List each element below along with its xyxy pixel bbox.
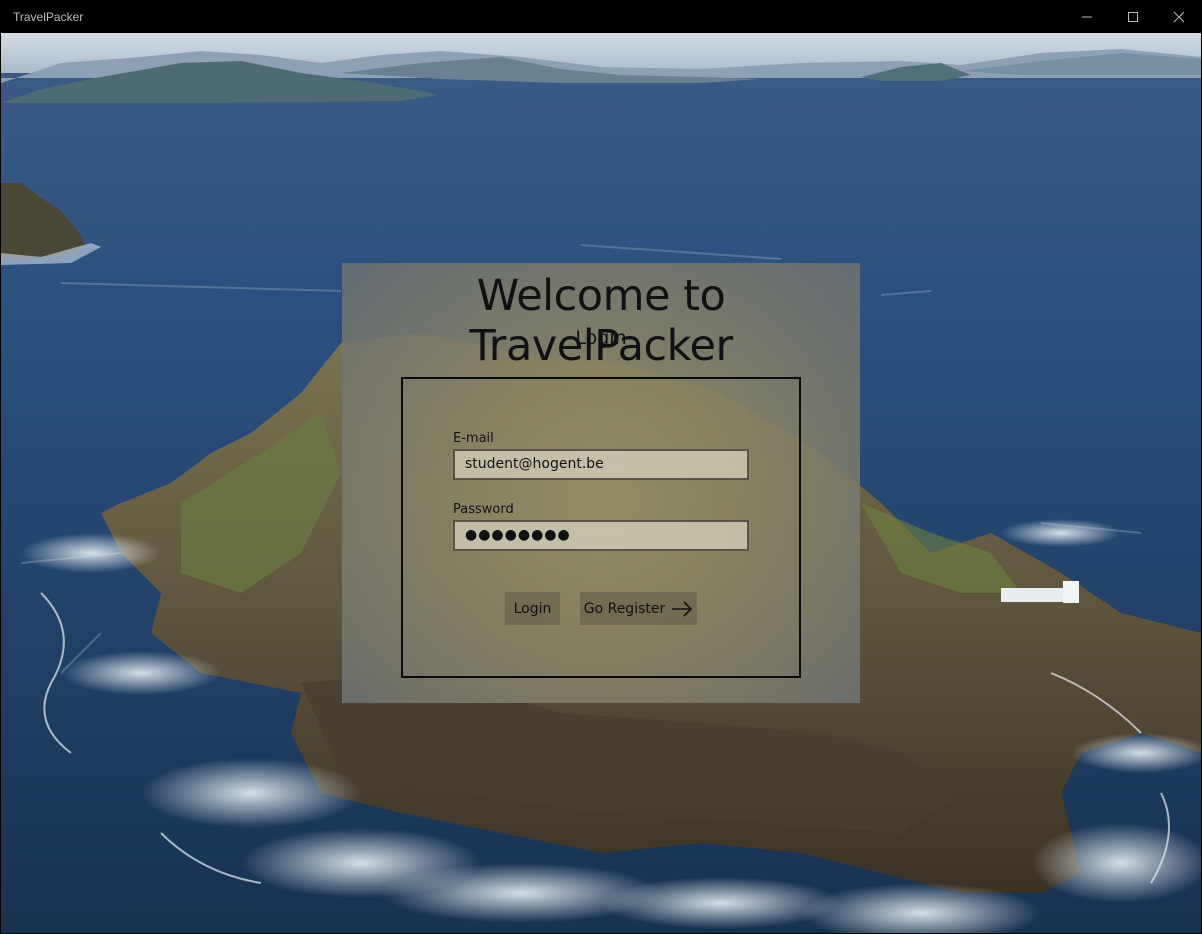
window-controls	[1064, 0, 1202, 33]
minimize-icon[interactable]	[1064, 0, 1110, 33]
password-label: Password	[453, 502, 514, 517]
email-field[interactable]: student@hogent.be	[453, 449, 749, 480]
login-form: E-mail student@hogent.be Password ●●●●●●…	[401, 377, 801, 678]
login-button[interactable]: Login	[505, 592, 560, 625]
arrow-right-icon	[672, 600, 693, 617]
go-register-button[interactable]: Go Register	[580, 592, 697, 625]
title-bar: TravelPacker	[0, 0, 1202, 33]
window-title: TravelPacker	[13, 9, 84, 24]
login-card: Welcome to TravelPacker Login E-mail stu…	[342, 263, 860, 703]
maximize-icon[interactable]	[1110, 0, 1156, 33]
password-field[interactable]: ●●●●●●●●	[453, 520, 749, 551]
login-subtitle: Login	[575, 327, 627, 349]
email-label: E-mail	[453, 431, 494, 446]
close-icon[interactable]	[1156, 0, 1202, 33]
go-register-label: Go Register	[583, 600, 666, 617]
welcome-heading: Welcome to TravelPacker	[469, 271, 733, 371]
login-button-label: Login	[513, 600, 552, 617]
